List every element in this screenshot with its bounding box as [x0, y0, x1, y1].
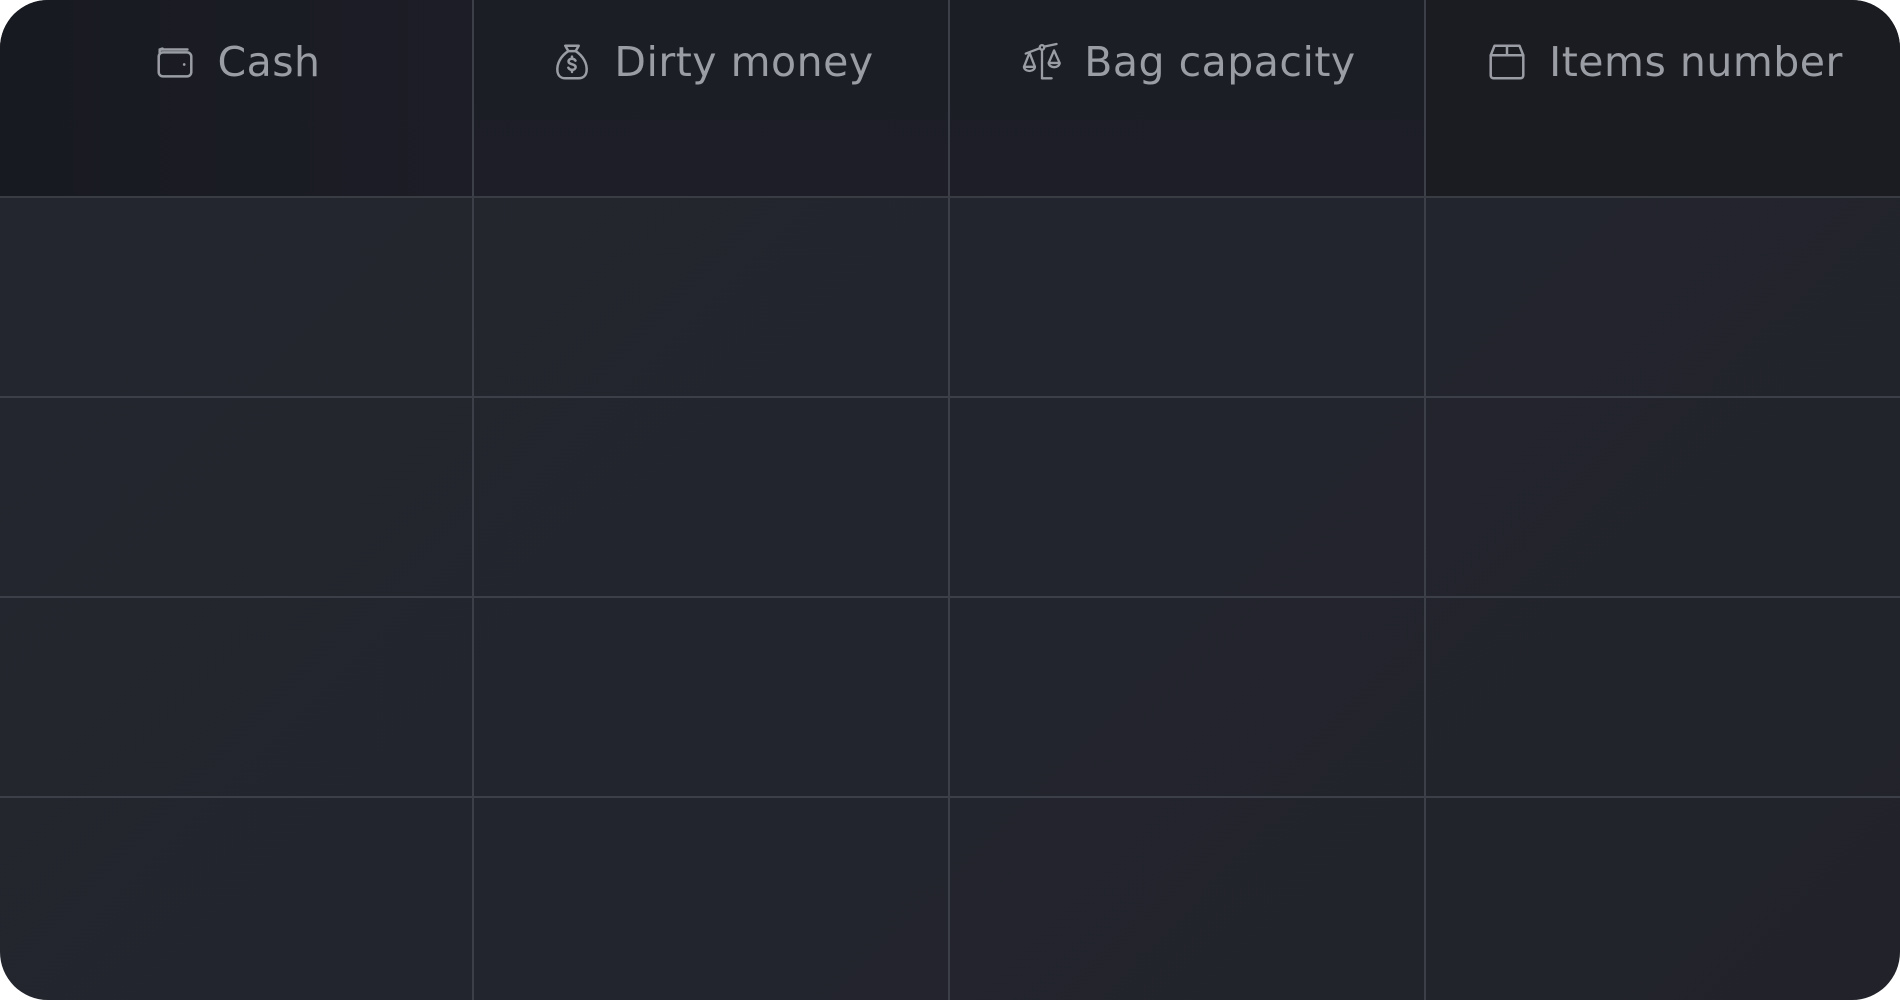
table-cell	[1426, 198, 1900, 398]
table-cell	[0, 598, 474, 798]
table-cell	[474, 798, 950, 1000]
table-cell	[0, 398, 474, 598]
table-cell	[474, 598, 950, 798]
column-header-cash-content: Cash	[151, 38, 320, 86]
column-header-label: Dirty money	[614, 38, 874, 86]
box-icon	[1483, 38, 1531, 86]
wallet-icon	[151, 38, 199, 86]
column-header-cash: Cash	[0, 0, 474, 198]
table-cell	[1426, 398, 1900, 598]
table-cell	[0, 798, 474, 1000]
column-header-bag-capacity: Bag capacity	[950, 0, 1426, 198]
column-header-items-number-content: Items number	[1483, 38, 1843, 86]
column-header-label: Cash	[217, 38, 321, 86]
table-cell	[1426, 598, 1900, 798]
table-cell	[0, 198, 474, 398]
stats-table: Cash Dirty money Bag capacity Items numb…	[0, 0, 1900, 1000]
column-header-items-number: Items number	[1426, 0, 1900, 198]
table-cell	[1426, 798, 1900, 1000]
money-bag-icon	[548, 38, 596, 86]
column-header-bag-capacity-content: Bag capacity	[1018, 38, 1355, 86]
table-cell	[950, 798, 1426, 1000]
table-cell	[950, 198, 1426, 398]
column-header-label: Items number	[1549, 38, 1843, 86]
scale-icon	[1018, 38, 1066, 86]
column-header-label: Bag capacity	[1084, 38, 1356, 86]
stats-table-panel: Cash Dirty money Bag capacity Items numb…	[0, 0, 1900, 1000]
table-cell	[950, 598, 1426, 798]
table-cell	[474, 198, 950, 398]
column-header-dirty-money: Dirty money	[474, 0, 950, 198]
column-header-dirty-money-content: Dirty money	[548, 38, 873, 86]
table-cell	[950, 398, 1426, 598]
table-cell	[474, 398, 950, 598]
